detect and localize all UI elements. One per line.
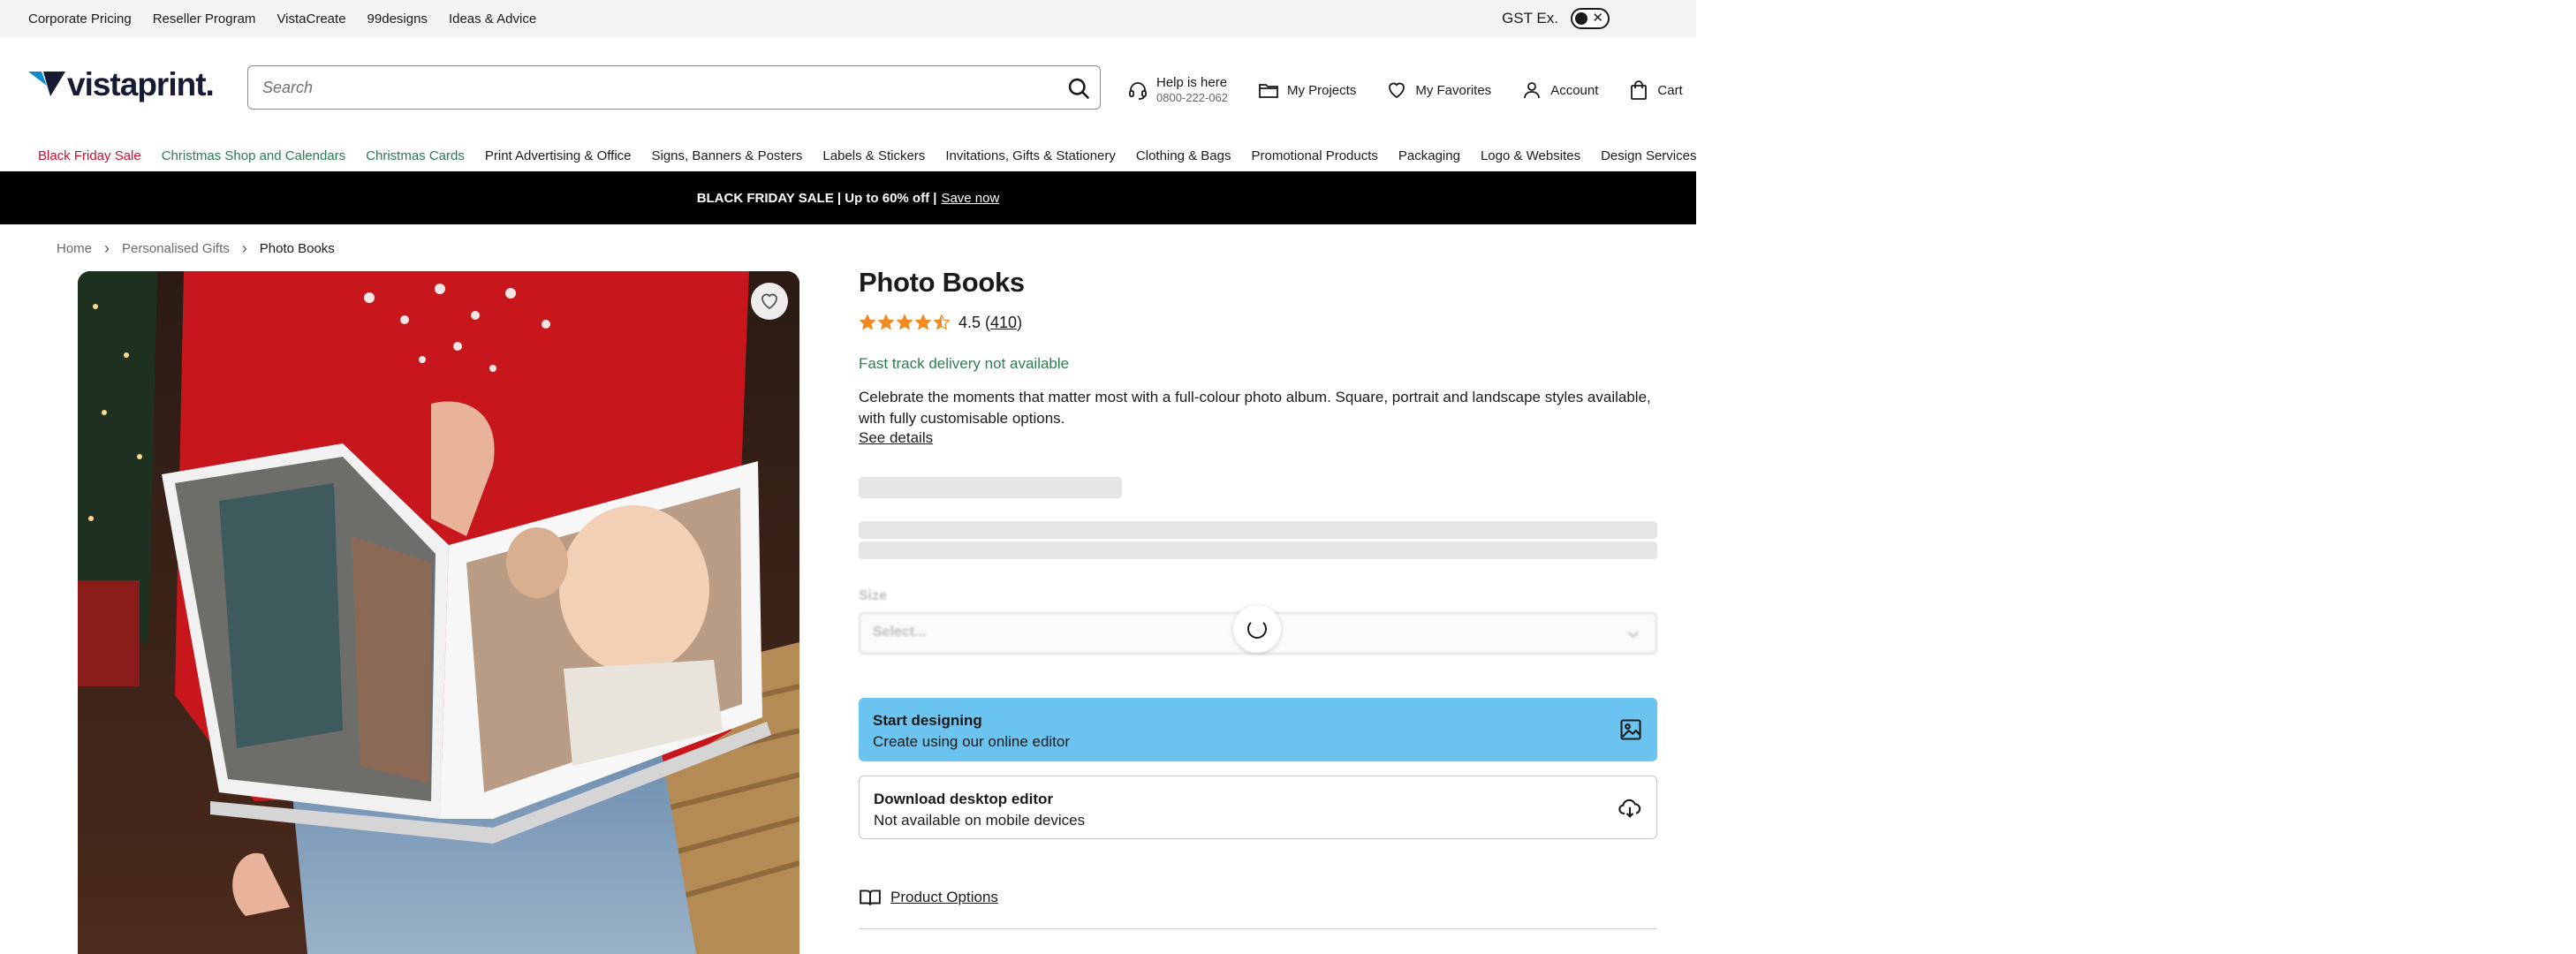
chevron-right-icon: › [104,238,110,257]
my-projects-label: My Projects [1286,82,1357,98]
promo-text: BLACK FRIDAY SALE | Up to 60% off | [696,190,937,206]
see-details-link[interactable]: See details [859,429,933,447]
loading-spinner [1233,605,1281,653]
my-favorites-label: My Favorites [1415,82,1492,98]
product-description: Celebrate the moments that matter most w… [859,389,1651,427]
start-designing-title: Start designing [873,712,982,729]
utility-links: Corporate Pricing Reseller Program Vista… [28,0,536,37]
size-label: Size [859,588,888,603]
chevron-right-icon: › [241,238,247,257]
rating-value: 4.5 [958,313,981,331]
utility-link-reseller-program[interactable]: Reseller Program [153,11,256,26]
product-options-link[interactable]: Product Options [859,885,998,910]
nav-packaging[interactable]: Packaging [1398,148,1460,163]
chevron-down-icon [1628,632,1639,639]
loading-skeleton [859,541,1657,559]
nav-print-advertising[interactable]: Print Advertising & Office [485,148,632,163]
review-count-link[interactable]: (410) [985,314,1022,332]
start-designing-button[interactable]: Start designing Create using our online … [859,698,1657,761]
nav-christmas-shop[interactable]: Christmas Shop and Calendars [162,148,345,163]
divider [859,928,1657,929]
search-input[interactable] [262,66,1040,109]
loading-skeleton [859,521,1657,539]
help-title: Help is here [1156,75,1228,90]
breadcrumb-personalised-gifts[interactable]: Personalised Gifts [122,241,230,256]
utility-link-ideas-advice[interactable]: Ideas & Advice [449,11,536,26]
gst-label: GST Ex. [1502,10,1558,26]
account-link[interactable]: Account [1521,80,1598,101]
gst-toggle[interactable]: ✕ [1571,8,1610,29]
help-text: Help is here 0800-222-062 [1156,75,1228,105]
add-to-favorites-button[interactable] [751,283,788,320]
logo-text: vistaprint. [67,66,215,102]
nav-invitations-gifts[interactable]: Invitations, Gifts & Stationery [945,148,1116,163]
star-icon [915,314,931,330]
start-designing-subtitle: Create using our online editor [873,733,1071,750]
breadcrumb-home[interactable]: Home [57,241,92,256]
open-book-icon [860,890,881,905]
cart-link[interactable]: Cart [1628,80,1683,101]
toggle-off-icon: ✕ [1592,11,1603,26]
loading-skeleton [859,477,1122,498]
spinner-icon [1247,619,1267,639]
user-icon [1524,82,1541,99]
help-contact[interactable]: Help is here 0800-222-062 [1127,75,1228,105]
search-bar [247,65,1101,110]
product-title: Photo Books [859,267,1025,298]
nav-promotional-products[interactable]: Promotional Products [1251,148,1377,163]
nav-design-services[interactable]: Design Services [1601,148,1696,163]
toggle-knob [1575,12,1587,25]
my-projects-link[interactable]: My Projects [1258,80,1356,101]
download-desktop-editor-button[interactable]: Download desktop editor Not available on… [859,776,1657,839]
site-header: vistaprint. Help is here 0800-222-062 [0,37,1696,136]
account-label: Account [1550,82,1599,98]
utility-bar: Corporate Pricing Reseller Program Vista… [0,0,1696,37]
vistaprint-logo-icon [28,72,65,96]
search-icon[interactable] [1066,76,1091,101]
product-rating: 4.5 (410) [859,311,1022,334]
nav-christmas-cards[interactable]: Christmas Cards [366,148,465,163]
star-icon [860,314,875,330]
vistaprint-logo[interactable]: vistaprint. [28,66,215,102]
product-image[interactable] [78,271,799,954]
review-count: 410 [990,313,1018,331]
utility-link-99designs[interactable]: 99designs [367,11,428,26]
size-select-value: Select... [873,625,927,640]
utility-link-vistacreate[interactable]: VistaCreate [277,11,345,26]
delivery-notice: Fast track delivery not available [859,355,1070,372]
heart-icon [1389,82,1405,99]
star-icon [897,314,913,330]
nav-signs-banners[interactable]: Signs, Banners & Posters [652,148,803,163]
cloud-download-icon [1618,799,1641,818]
folder-icon [1259,84,1278,98]
category-nav: Black Friday Sale Christmas Shop and Cal… [38,136,1696,175]
product-photo-illustration [78,271,799,954]
product-options-label: Product Options [890,889,998,905]
breadcrumb-current: Photo Books [259,240,335,256]
heart-icon [761,293,777,310]
shopping-bag-icon [1631,80,1648,100]
star-rating [859,314,951,331]
image-icon [1620,719,1641,740]
promo-link[interactable]: Save now [941,191,999,206]
header-actions: Help is here 0800-222-062 My Projects My… [1127,71,1713,110]
star-icon [934,314,950,330]
utility-link-corporate-pricing[interactable]: Corporate Pricing [28,11,132,26]
download-editor-subtitle: Not available on mobile devices [874,812,1086,829]
promo-banner: BLACK FRIDAY SALE | Up to 60% off | Save… [0,171,1696,224]
my-favorites-link[interactable]: My Favorites [1386,80,1491,101]
help-phone: 0800-222-062 [1156,91,1228,104]
breadcrumb: Home › Personalised Gifts › Photo Books [57,237,335,260]
star-icon [878,314,894,330]
cart-label: Cart [1657,82,1683,98]
download-editor-title: Download desktop editor [874,791,1054,807]
nav-black-friday-sale[interactable]: Black Friday Sale [38,148,141,163]
gst-toggle-group: GST Ex. ✕ [1502,0,1610,37]
nav-clothing-bags[interactable]: Clothing & Bags [1136,148,1231,163]
headset-icon [1129,82,1147,100]
nav-labels-stickers[interactable]: Labels & Stickers [822,148,925,163]
nav-logo-websites[interactable]: Logo & Websites [1481,148,1580,163]
